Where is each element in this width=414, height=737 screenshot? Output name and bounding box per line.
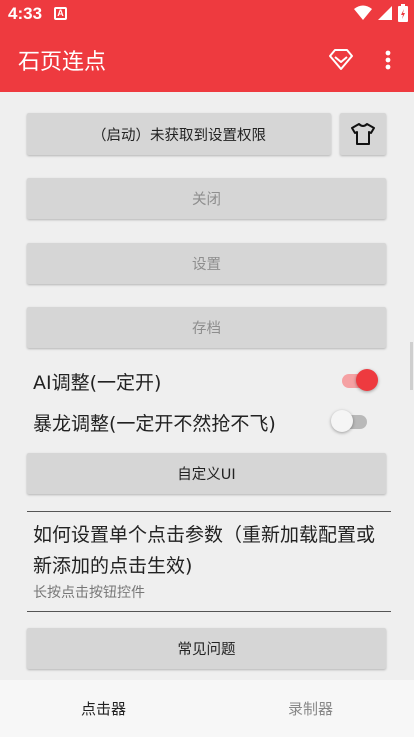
more-vert-icon [385,50,391,70]
scrollbar-thumb[interactable] [410,342,413,390]
diamond-button[interactable] [326,46,356,74]
signal-icon [378,6,392,20]
tyrannosaurus-adjust-switch[interactable] [331,408,371,434]
status-icons [354,4,408,22]
bottom-nav: 点击器 录制器 [0,680,414,737]
archive-button[interactable]: 存档 [27,307,386,348]
app-title: 石页连点 [18,50,107,75]
divider-top [27,511,391,512]
shirt-icon [351,123,375,145]
theme-button[interactable] [340,113,386,155]
divider-bottom [27,611,391,612]
info-subtitle: 长按点击按钮控件 [33,585,145,601]
wifi-icon [354,5,372,20]
close-button[interactable]: 关闭 [27,178,386,219]
more-options-button[interactable] [380,46,396,74]
status-bar: 4:33 A [0,0,414,28]
settings-button[interactable]: 设置 [27,243,386,284]
battery-icon [398,4,408,22]
start-button[interactable]: （启动）未获取到设置权限 [27,113,331,155]
diamond-icon [329,49,353,70]
custom-ui-button[interactable]: 自定义UI [27,453,386,494]
tyrannosaurus-adjust-label: 暴龙调整(一定开不然抢不飞) [33,413,276,435]
switch-thumb [356,369,378,391]
ai-adjust-switch[interactable] [338,367,378,393]
ai-adjust-label: AI调整(一定开) [33,372,162,394]
faq-button[interactable]: 常见问题 [27,628,386,669]
switch-thumb [331,410,353,432]
status-time: 4:33 [8,4,43,23]
tab-clicker[interactable]: 点击器 [0,680,207,737]
app-bar: 石页连点 [0,28,414,92]
notification-a-icon: A [54,7,67,20]
info-title: 如何设置单个点击参数（重新加载配置或新添加的点击生效) [33,524,376,577]
tab-recorder[interactable]: 录制器 [207,680,414,737]
